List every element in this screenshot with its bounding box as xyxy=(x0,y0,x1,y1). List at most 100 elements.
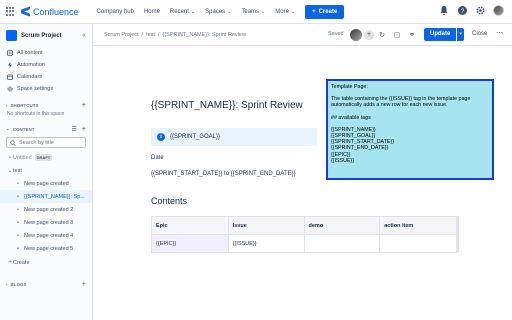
blogs-section-header[interactable]: › BLOGS + xyxy=(0,279,92,289)
blogs-heading: BLOGS xyxy=(10,281,27,287)
sidebar-item-label: All content xyxy=(17,50,43,56)
breadcrumb-separator: / xyxy=(141,31,144,38)
template-info-box: Template Page: The table containing the {… xyxy=(326,79,494,180)
help-icon[interactable]: ? xyxy=(457,6,467,16)
no-shortcuts-text: No shortcuts in this space xyxy=(7,111,65,117)
sidebar-item-space-settings[interactable]: Space settings xyxy=(0,83,92,95)
calendar-icon xyxy=(7,74,13,80)
update-button-group: Update ▾ xyxy=(424,28,464,41)
date-range[interactable]: {{SPRINT_START_DATE}} to {{SPRINT_END_DA… xyxy=(151,171,296,177)
draft-badge: DRAFT xyxy=(34,154,53,161)
tree-item-label: Untitled xyxy=(13,154,32,161)
invite-icon[interactable]: + xyxy=(364,30,374,40)
issues-table[interactable]: Epic Issue demo action item {{EPIC}} {{ISSUE… xyxy=(151,216,457,253)
sidebar-create-label: Create xyxy=(13,259,30,266)
chevron-down-icon: ⌄ xyxy=(290,8,296,15)
table-cell[interactable]: {{ISSUE}} xyxy=(227,234,305,253)
table-cell[interactable] xyxy=(379,234,457,253)
space-logo-icon xyxy=(6,30,17,41)
table-body: {{EPIC}} {{ISSUE}} xyxy=(151,234,457,253)
create-button-label: Create xyxy=(318,8,338,15)
editor-toolbar-icons: ↻ ▢ ⚭ xyxy=(378,30,416,39)
table-cell[interactable] xyxy=(303,234,381,253)
shortcuts-section-header[interactable]: › SHORTCUTS + xyxy=(0,100,92,110)
notifications-icon[interactable] xyxy=(439,6,449,16)
nav-item-teams[interactable]: Teams ⌄ xyxy=(241,9,265,15)
nav-item-more[interactable]: More ⌄ xyxy=(275,9,295,15)
history-icon[interactable]: ↻ xyxy=(378,30,386,39)
update-options-chevron-icon[interactable]: ▾ xyxy=(457,28,464,41)
search-by-title-input[interactable]: Search by title xyxy=(6,137,86,148)
nav-item-label: Company hub xyxy=(96,8,134,15)
template-line: The table containing the {{ISSUE}} tag i… xyxy=(331,96,471,109)
add-blog-icon[interactable]: + xyxy=(82,281,86,288)
filter-icon[interactable]: ☰ xyxy=(72,126,77,133)
tree-item-label: New page created 4 xyxy=(24,232,74,239)
breadcrumb-item[interactable]: {{SPRINT_NAME}}: Sprint Review xyxy=(162,32,245,38)
tree-item[interactable]: • {{SPRINT_NAME}}: Sp... xyxy=(0,190,92,203)
nav-menu: Company hub Home Recent ⌄ Spaces ⌄ Teams ⌄ More ⌄ xyxy=(97,9,296,15)
table-header-cell[interactable]: demo xyxy=(303,216,381,235)
sidebar-item-automation[interactable]: Automation xyxy=(0,59,92,71)
info-icon: i xyxy=(157,133,165,141)
search-placeholder: Search by title xyxy=(19,139,54,146)
space-name: Scrum Project xyxy=(21,32,62,39)
chevron-right-icon: › xyxy=(6,102,8,108)
date-label[interactable]: Date xyxy=(151,155,164,161)
close-button[interactable]: Close xyxy=(472,31,487,37)
bullet-icon: • xyxy=(17,219,19,226)
table-header-row: Epic Issue demo action item xyxy=(151,216,457,235)
nav-item-home[interactable]: Home xyxy=(144,9,160,15)
breadcrumb-item[interactable]: Scrum Project xyxy=(104,32,139,38)
more-actions-icon[interactable]: ⋯ xyxy=(496,29,503,37)
breadcrumb: Scrum Project / test / {{SPRINT_NAME}}: Spri… xyxy=(104,32,246,38)
settings-icon[interactable] xyxy=(475,6,485,16)
chevron-down-icon: ⌄ xyxy=(190,8,196,15)
info-panel[interactable]: i {{SPRINT_GOAL}} xyxy=(151,128,317,146)
sidebar-item-label: Automation xyxy=(17,62,45,68)
nav-item-spaces[interactable]: Spaces ⌄ xyxy=(205,9,231,15)
collapse-sidebar-icon[interactable]: « xyxy=(82,32,86,39)
tree-item[interactable]: • New page created 2 xyxy=(0,203,92,216)
add-shortcut-icon[interactable]: + xyxy=(82,102,86,109)
tree-item-untitled[interactable]: • Untitled DRAFT xyxy=(0,151,92,164)
app-switcher-icon[interactable] xyxy=(6,6,16,17)
chevron-down-icon: ⌄ xyxy=(6,126,10,131)
breadcrumb-separator: / xyxy=(157,31,160,38)
collaborator-avatar[interactable] xyxy=(350,29,362,41)
sidebar-create-button[interactable]: + Create xyxy=(0,256,92,269)
bullet-icon: • xyxy=(17,180,19,187)
content-section-header[interactable]: ⌄ CONTENT ☰ + xyxy=(0,124,92,134)
breadcrumb-item[interactable]: test xyxy=(146,32,155,38)
shortcuts-heading: SHORTCUTS xyxy=(10,102,39,108)
sidebar-item-calendars[interactable]: Calendars xyxy=(0,71,92,83)
table-header-cell[interactable]: Epic xyxy=(151,216,229,235)
tree-item[interactable]: • New page created xyxy=(0,177,92,190)
tree-item-label: New page created 3 xyxy=(24,219,74,226)
panel-text: {{SPRINT_GOAL}} xyxy=(170,134,221,140)
update-button[interactable]: Update xyxy=(424,28,457,41)
table-header-cell[interactable]: Issue xyxy=(227,216,305,235)
link-icon[interactable]: ⚭ xyxy=(408,30,416,39)
add-content-icon[interactable]: + xyxy=(82,126,86,133)
nav-item-company-hub[interactable]: Company hub xyxy=(97,9,134,15)
tree-item[interactable]: • New page created 4 xyxy=(0,229,92,242)
tree-item[interactable]: • New page created 3 xyxy=(0,216,92,229)
page-title[interactable]: {{SPRINT_NAME}}: Sprint Review xyxy=(151,100,303,111)
plus-icon: + xyxy=(312,8,316,15)
user-avatar[interactable] xyxy=(493,5,504,16)
space-header[interactable]: Scrum Project « xyxy=(0,24,92,47)
contents-heading[interactable]: Contents xyxy=(151,196,187,206)
comment-icon[interactable]: ▢ xyxy=(393,30,401,39)
nav-item-recent[interactable]: Recent ⌄ xyxy=(170,9,195,15)
tree-item-test[interactable]: ⌄ test xyxy=(0,164,92,177)
tree-item[interactable]: • New page created 5 xyxy=(0,242,92,255)
create-button[interactable]: + Create xyxy=(305,4,345,19)
bullet-icon: • xyxy=(17,245,19,252)
table-resize-handle[interactable] xyxy=(457,216,459,252)
sidebar-links: All content Automation Calendars Space sett… xyxy=(0,47,92,95)
table-cell[interactable]: {{EPIC}} xyxy=(151,234,229,253)
confluence-logo[interactable]: Confluence xyxy=(21,7,79,17)
sidebar-item-all-content[interactable]: All content xyxy=(0,47,92,59)
table-header-cell[interactable]: action item xyxy=(379,216,457,235)
